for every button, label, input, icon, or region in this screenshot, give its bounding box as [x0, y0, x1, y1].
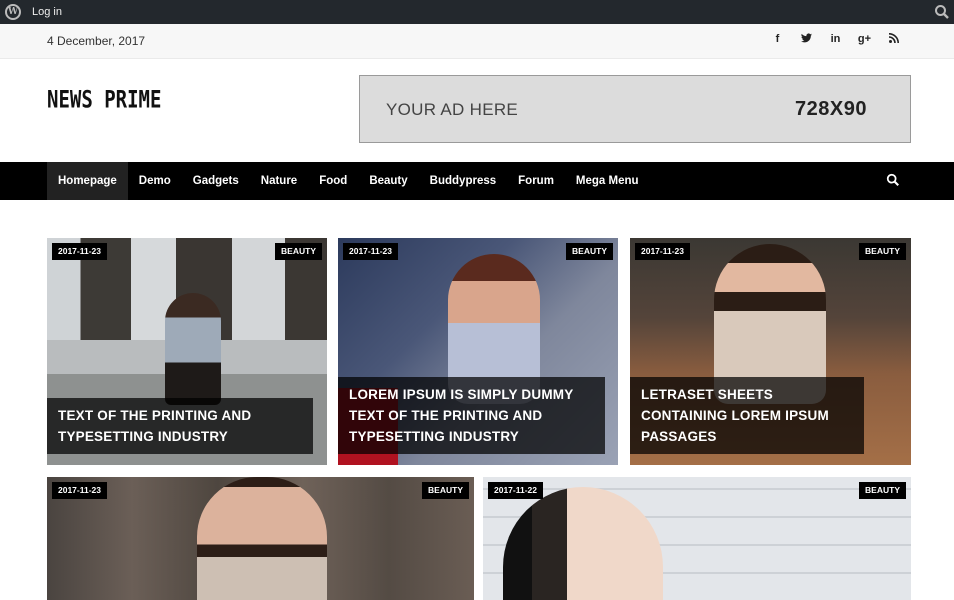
- login-link[interactable]: Log in: [32, 6, 62, 18]
- post-image-figure: [197, 477, 327, 600]
- post-category-badge[interactable]: BEAUTY: [275, 243, 322, 260]
- post-category-badge[interactable]: BEAUTY: [859, 482, 906, 499]
- nav-search-icon[interactable]: [886, 173, 900, 187]
- wordpress-logo-icon[interactable]: W: [5, 4, 21, 20]
- post-category-badge[interactable]: BEAUTY: [859, 243, 906, 260]
- top-bar: 4 December, 2017 f in g+: [0, 24, 954, 59]
- current-date: 4 December, 2017: [47, 34, 146, 48]
- post-date-badge: 2017-11-23: [635, 243, 691, 260]
- twitter-icon[interactable]: [792, 33, 821, 46]
- post-card[interactable]: 2017-11-22 BEAUTY: [483, 477, 911, 600]
- post-category-badge[interactable]: BEAUTY: [566, 243, 613, 260]
- post-category-badge[interactable]: BEAUTY: [422, 482, 469, 499]
- nav-item-beauty[interactable]: Beauty: [358, 162, 418, 200]
- nav-item-homepage[interactable]: Homepage: [47, 162, 128, 200]
- nav-item-gadgets[interactable]: Gadgets: [182, 162, 250, 200]
- rss-icon[interactable]: [879, 33, 908, 46]
- post-title[interactable]: TEXT OF THE PRINTING AND TYPESETTING IND…: [47, 398, 313, 454]
- post-card[interactable]: 2017-11-23 BEAUTY TEXT OF THE PRINTING A…: [47, 238, 327, 465]
- post-date-badge: 2017-11-23: [52, 482, 108, 499]
- post-date-badge: 2017-11-23: [52, 243, 108, 260]
- ad-size: 728X90: [795, 98, 867, 120]
- main-navigation: Homepage Demo Gadgets Nature Food Beauty…: [0, 162, 954, 200]
- ad-banner[interactable]: YOUR AD HERE 728X90: [359, 75, 911, 143]
- social-links: f in g+: [763, 33, 908, 46]
- site-logo[interactable]: NEWS PRIME: [47, 86, 161, 114]
- post-title[interactable]: LETRASET SHEETS CONTAINING LOREM IPSUM P…: [630, 377, 864, 454]
- post-title[interactable]: LOREM IPSUM IS SIMPLY DUMMY TEXT OF THE …: [338, 377, 605, 454]
- post-card[interactable]: 2017-11-23 BEAUTY LOREM IPSUM IS SIMPLY …: [338, 238, 618, 465]
- nav-item-nature[interactable]: Nature: [250, 162, 308, 200]
- admin-search-icon[interactable]: [934, 4, 950, 20]
- nav-item-buddypress[interactable]: Buddypress: [419, 162, 507, 200]
- nav-item-demo[interactable]: Demo: [128, 162, 182, 200]
- post-date-badge: 2017-11-22: [488, 482, 544, 499]
- nav-item-forum[interactable]: Forum: [507, 162, 565, 200]
- nav-item-food[interactable]: Food: [308, 162, 358, 200]
- google-plus-icon[interactable]: g+: [850, 33, 879, 46]
- ad-text: YOUR AD HERE: [386, 100, 519, 119]
- post-date-badge: 2017-11-23: [343, 243, 399, 260]
- linkedin-icon[interactable]: in: [821, 33, 850, 46]
- facebook-icon[interactable]: f: [763, 33, 792, 46]
- post-card[interactable]: 2017-11-23 BEAUTY LETRASET SHEETS CONTAI…: [630, 238, 911, 465]
- post-card[interactable]: 2017-11-23 BEAUTY: [47, 477, 474, 600]
- post-image-figure: [165, 293, 221, 405]
- nav-item-mega-menu[interactable]: Mega Menu: [565, 162, 650, 200]
- admin-bar: W Log in: [0, 0, 954, 24]
